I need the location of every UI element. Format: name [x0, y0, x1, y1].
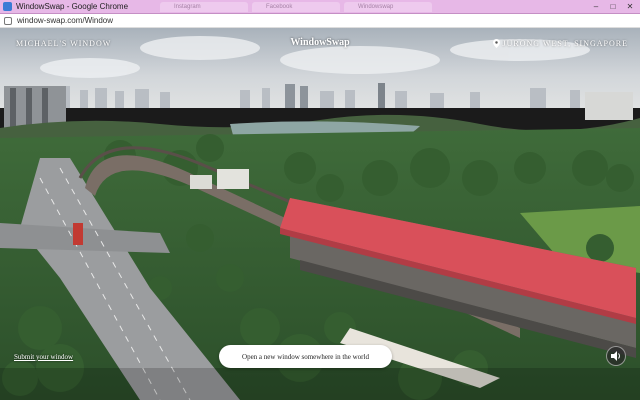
small-building	[190, 175, 212, 189]
red-bus	[73, 223, 83, 245]
location-label: JURONG WEST, SINGAPORE	[492, 39, 629, 48]
page-info-icon[interactable]	[4, 16, 12, 25]
minimize-button[interactable]: –	[588, 1, 604, 12]
bottom-shade	[0, 368, 640, 400]
browser-titlebar: WindowSwap - Google Chrome Instagram Fac…	[0, 0, 640, 14]
background-tab[interactable]: Instagram	[160, 2, 248, 12]
background-tab[interactable]: Facebook	[252, 2, 340, 12]
maximize-button[interactable]: □	[605, 1, 621, 12]
window-favicon-icon	[3, 2, 12, 11]
sound-toggle-button[interactable]	[606, 346, 626, 366]
location-text: JURONG WEST, SINGAPORE	[502, 39, 628, 48]
submit-window-link[interactable]: Submit your window	[14, 353, 73, 361]
background-tab[interactable]: Windowswap	[344, 2, 432, 12]
small-building	[217, 169, 249, 189]
location-pin-icon	[492, 39, 500, 48]
window-title: WindowSwap - Google Chrome	[16, 2, 129, 11]
open-new-window-button[interactable]: Open a new window somewhere in the world	[219, 345, 392, 368]
address-bar[interactable]: window-swap.com/Window	[0, 14, 640, 28]
background-tabs: Instagram Facebook Windowswap	[160, 2, 432, 12]
url-text[interactable]: window-swap.com/Window	[17, 16, 113, 25]
close-button[interactable]: ✕	[622, 1, 638, 12]
speaker-icon	[610, 351, 620, 361]
